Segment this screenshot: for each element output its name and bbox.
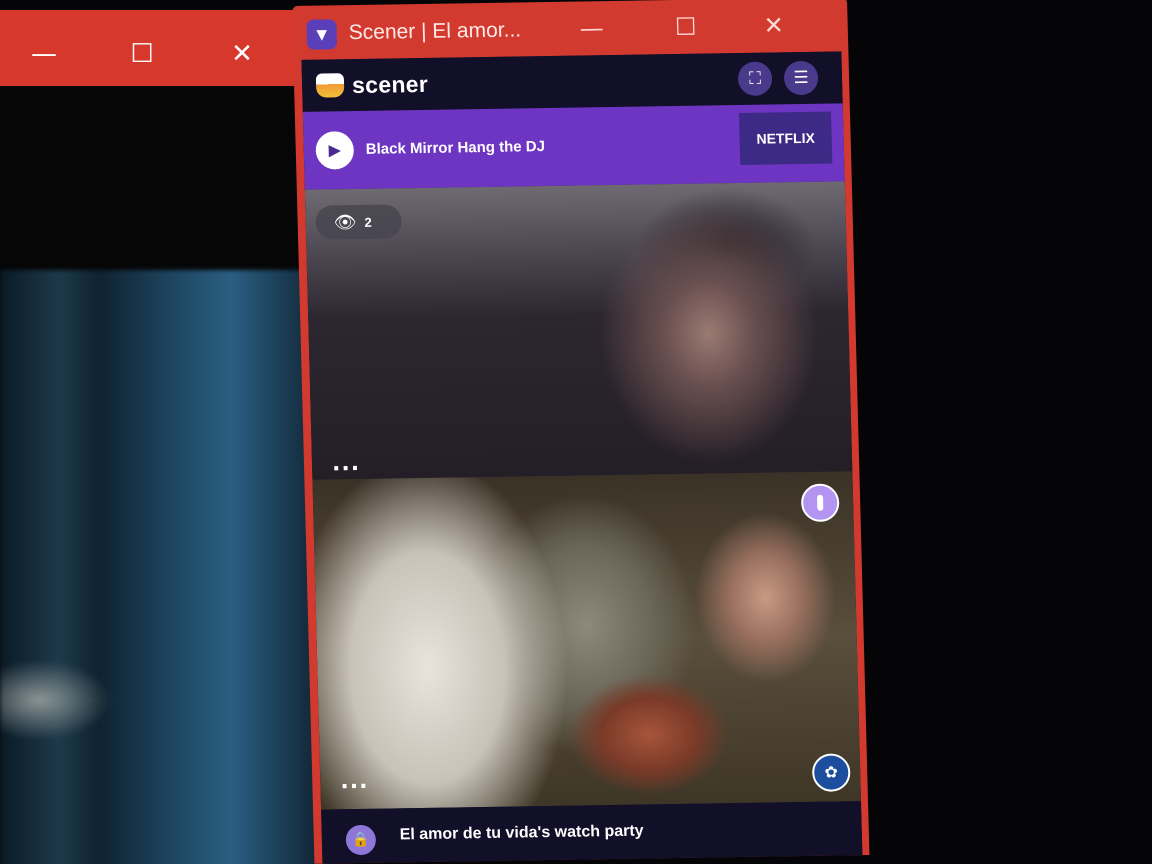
eye-icon: 👁 [333,211,357,233]
scener-body: scener ⛶ ☰ ▶ Black Mirror Hang the DJ NE… [301,51,863,864]
bg-minimize-button[interactable]: — [28,38,60,70]
hamburger-menu-icon[interactable]: ☰ [783,60,819,96]
scener-logo-text: scener [351,70,429,98]
remote-icon[interactable] [800,483,840,523]
lock-icon[interactable]: 🔒 [345,824,377,856]
tile-more-button[interactable]: ... [340,769,385,800]
watch-party-title: El amor de tu vida's watch party [399,822,644,844]
fullscreen-icon[interactable]: ⛶ [737,61,773,96]
viewer-count-pill: 👁 2 [315,204,403,240]
video-tile-guest: ... ✿ [312,471,862,810]
screen: — ☐ ✕ ▼ Scener | El amor... — ☐ ✕ scener… [0,0,1152,864]
reaction-icon[interactable]: ✿ [811,753,851,792]
watch-party-bar: 🔒 El amor de tu vida's watch party [321,801,863,864]
window-title: Scener | El amor... [348,18,522,45]
bg-close-button[interactable]: ✕ [226,38,258,70]
tile-more-button[interactable]: ... [332,451,377,480]
scener-app-icon: ▼ [306,19,338,50]
maximize-button[interactable]: ☐ [668,10,703,45]
play-icon[interactable]: ▶ [315,131,355,170]
scener-logo-icon [315,73,345,98]
scener-window: ▼ Scener | El amor... — ☐ ✕ scener ⛶ ☰ ▶… [292,0,870,864]
bg-maximize-button[interactable]: ☐ [126,38,158,70]
background-titlebar: — ☐ ✕ [0,10,300,86]
video-tile-host: 👁 2 ... [304,181,853,480]
scener-titlebar: ▼ Scener | El amor... — ☐ ✕ [292,0,848,60]
close-button[interactable]: ✕ [756,8,791,43]
now-playing-title: Black Mirror Hang the DJ [365,138,546,158]
viewer-count: 2 [364,214,372,230]
now-playing-bar: ▶ Black Mirror Hang the DJ NETFLIX [302,103,845,190]
scener-logo[interactable]: scener [315,70,429,100]
scener-header: scener ⛶ ☰ [301,51,843,112]
netflix-badge[interactable]: NETFLIX [738,111,833,165]
minimize-button[interactable]: — [574,11,609,46]
background-video [0,270,330,864]
